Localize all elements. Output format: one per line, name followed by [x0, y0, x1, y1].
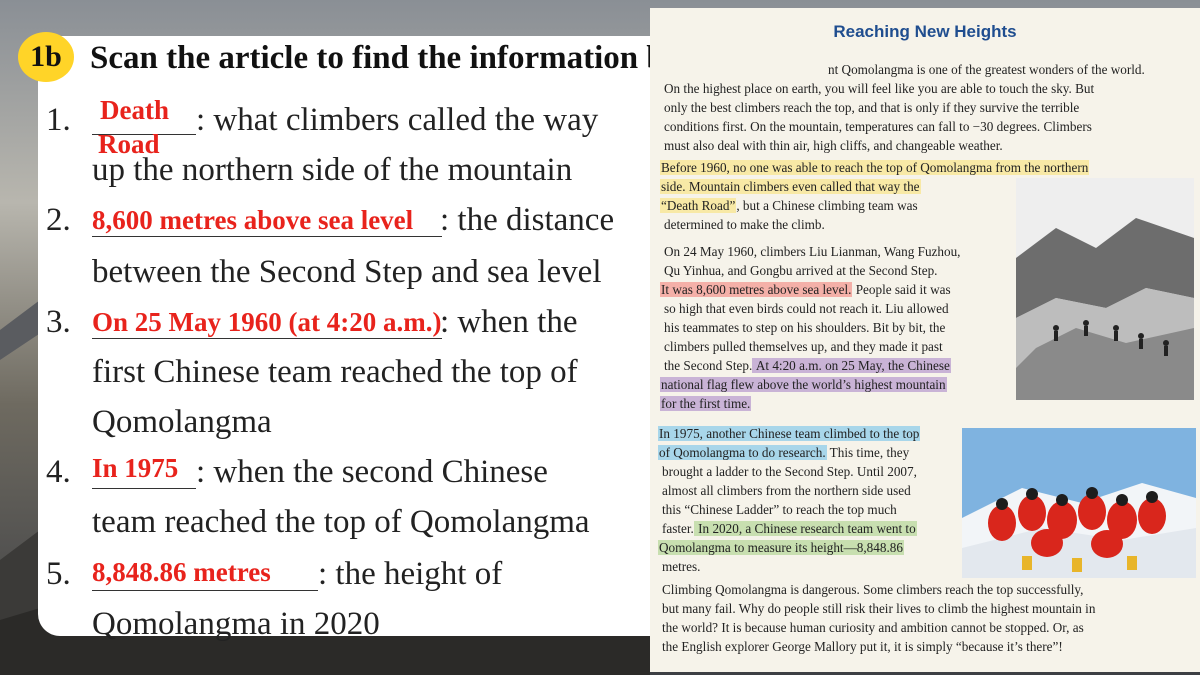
- p3-line-d: so high that even birds could not reach …: [664, 301, 949, 316]
- question-4-text: : when the second Chinese: [196, 454, 548, 490]
- p1-line1: nt Qomolangma is one of the greatest won…: [828, 62, 1145, 77]
- p3-line-b: Qu Yinhua, and Gongbu arrived at the Sec…: [664, 263, 938, 278]
- p4-line-f: metres.: [662, 559, 701, 574]
- p3-purple-highlight-2: national flag flew above the world’s hig…: [660, 377, 947, 392]
- article-panel: Reaching New Heights nt Qomolangma is on…: [650, 8, 1200, 672]
- exercise-heading: Scan the article to find the information…: [90, 40, 736, 76]
- article-title: Reaching New Heights: [833, 22, 1017, 41]
- p1-line3: only the best climbers reach the top, an…: [664, 100, 1080, 115]
- p4-line-e: faster.: [662, 521, 694, 536]
- p3-purple-highlight-3: for the first time.: [660, 396, 752, 411]
- summit-team-photo: [962, 428, 1196, 578]
- p4-blue-highlight-2: of Qomolangma to do research.: [658, 445, 827, 460]
- question-1-answer-line1: Death: [100, 95, 169, 125]
- p4-green-highlight-2: Qomolangma to measure its height—8,848.8…: [658, 540, 904, 555]
- question-4-number: 4.: [46, 454, 71, 490]
- p4-blue-highlight-1: In 1975, another Chinese team climbed to…: [658, 426, 921, 441]
- question-5-answer: 8,848.86 metres: [92, 557, 271, 587]
- p3-line-c: People said it was: [852, 282, 951, 297]
- question-4-text-line2: team reached the top of Qomolangma: [92, 504, 590, 540]
- p2-highlight-1: Before 1960, no one was able to reach th…: [660, 160, 1090, 175]
- question-3-text-line3: Qomolangma: [92, 404, 272, 440]
- question-1-text: : what climbers called the way: [196, 102, 599, 138]
- p5-line3: the world? It is because human curiosity…: [662, 620, 1084, 635]
- p2-rest-a: , but a Chinese climbing team was: [736, 198, 918, 213]
- question-2-text-line2: between the Second Step and sea level: [92, 254, 602, 290]
- question-3-number: 3.: [46, 304, 71, 340]
- p4-line-a: This time, they: [826, 445, 910, 460]
- article-paragraph-4: In 1975, another Chinese team climbed to…: [658, 424, 958, 576]
- question-1-number: 1.: [46, 102, 71, 138]
- question-5-text: : the height of: [318, 556, 503, 592]
- p4-line-c: almost all climbers from the northern si…: [662, 483, 911, 498]
- p3-line-a: On 24 May 1960, climbers Liu Lianman, Wa…: [664, 244, 961, 259]
- p4-line-b: brought a ladder to the Second Step. Unt…: [662, 464, 917, 479]
- p5-line2: but many fail. Why do people still risk …: [662, 601, 1096, 616]
- exercise-badge: 1b: [18, 32, 74, 82]
- p3-purple-highlight-1: At 4:20 a.m. on 25 May, the Chinese: [752, 358, 951, 373]
- question-3-text: : when the: [440, 304, 578, 340]
- p2-highlight-2: side. Mountain climbers even called that…: [660, 179, 921, 194]
- climbers-cliff-photo: [1016, 178, 1194, 400]
- p1-line2: On the highest place on earth, you will …: [664, 81, 1095, 96]
- question-5-text-line2: Qomolangma in 2020: [92, 606, 380, 642]
- p4-green-highlight-1: In 2020, a Chinese research team went to: [693, 521, 917, 536]
- p1-line5: must also deal with thin air, high cliff…: [664, 138, 1003, 153]
- p5-line1: Climbing Qomolangma is dangerous. Some c…: [662, 582, 1084, 597]
- p3-line-g: the Second Step.: [664, 358, 753, 373]
- question-3-text-line2: first Chinese team reached the top of: [92, 354, 578, 390]
- p3-line-e: his teammates to step on his shoulders. …: [664, 320, 946, 335]
- p4-line-d: this “Chinese Ladder” to reach the top m…: [662, 502, 897, 517]
- question-5-blank: [92, 590, 318, 591]
- p1-line4: conditions first. On the mountain, tempe…: [664, 119, 1092, 134]
- article-paragraph-3: On 24 May 1960, climbers Liu Lianman, Wa…: [660, 242, 1020, 413]
- question-2-text: : the distance: [440, 202, 615, 238]
- question-2-number: 2.: [46, 202, 71, 238]
- p3-line-f: climbers pulled themselves up, and they …: [664, 339, 943, 354]
- p5-line4: the English explorer George Mallory put …: [662, 639, 1063, 654]
- question-3-answer: On 25 May 1960 (at 4:20 a.m.): [92, 307, 442, 337]
- p3-red-highlight: It was 8,600 metres above sea level.: [660, 282, 853, 297]
- article-paragraph-5: Climbing Qomolangma is dangerous. Some c…: [662, 580, 1192, 656]
- question-2-answer: 8,600 metres above sea level: [92, 205, 414, 235]
- p2-highlight-3: “Death Road”: [660, 198, 737, 213]
- question-1-text-line2: up the northern side of the mountain: [92, 152, 573, 188]
- question-4-blank: [92, 488, 196, 489]
- question-4-answer: In 1975: [92, 453, 179, 483]
- question-5-number: 5.: [46, 556, 71, 592]
- article-paragraph-1: nt Qomolangma is one of the greatest won…: [664, 60, 1194, 155]
